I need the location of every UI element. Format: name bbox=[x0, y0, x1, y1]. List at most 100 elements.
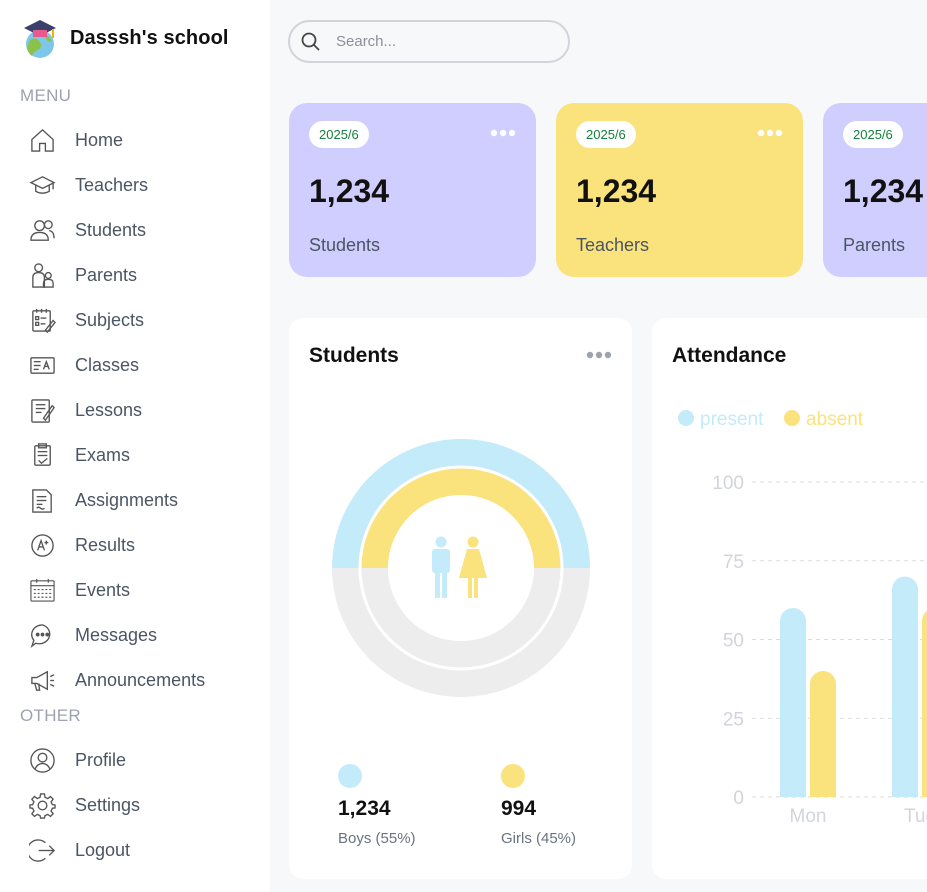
other-menu: Profile Settings Logout bbox=[28, 738, 258, 873]
other-section-title: OTHER bbox=[20, 706, 81, 725]
sidebar-item-label: Settings bbox=[75, 795, 141, 815]
more-options-icon[interactable] bbox=[586, 348, 612, 362]
boys-count: 1,234 bbox=[338, 797, 391, 820]
sidebar-item-label: Messages bbox=[75, 625, 158, 645]
search-icon bbox=[301, 32, 320, 51]
subjects-icon bbox=[28, 307, 56, 335]
sidebar-item-label: Events bbox=[75, 580, 131, 600]
sidebar-item-messages[interactable]: Messages bbox=[28, 613, 258, 658]
y-tick-label: 25 bbox=[723, 709, 744, 730]
sidebar-item-label: Lessons bbox=[75, 400, 143, 420]
megaphone-icon bbox=[28, 667, 56, 695]
sidebar-item-events[interactable]: Events bbox=[28, 568, 258, 613]
message-icon bbox=[28, 622, 56, 650]
search-input[interactable] bbox=[336, 33, 536, 50]
sidebar-item-label: Classes bbox=[75, 355, 140, 375]
search-bar[interactable] bbox=[288, 20, 570, 63]
exams-icon bbox=[28, 442, 56, 470]
girls-legend-dot bbox=[501, 764, 525, 788]
bar-absent-Mon bbox=[810, 671, 836, 797]
profile-icon bbox=[28, 747, 56, 775]
boys-legend-dot bbox=[338, 764, 362, 788]
date-badge: 2025/6 bbox=[843, 121, 903, 148]
logout-icon bbox=[28, 837, 56, 865]
sidebar-item-home[interactable]: Home bbox=[28, 118, 258, 163]
gear-icon bbox=[28, 792, 56, 820]
brand-name: Dasssh's school bbox=[70, 26, 229, 49]
sidebar-item-label: Home bbox=[75, 130, 124, 150]
sidebar-item-subjects[interactable]: Subjects bbox=[28, 298, 258, 343]
more-options-icon[interactable] bbox=[490, 126, 516, 140]
date-badge: 2025/6 bbox=[576, 121, 636, 148]
sidebar-item-students[interactable]: Students bbox=[28, 208, 258, 253]
assignments-icon bbox=[28, 487, 56, 515]
sidebar-item-parents[interactable]: Parents bbox=[28, 253, 258, 298]
sidebar-item-logout[interactable]: Logout bbox=[28, 828, 258, 873]
sidebar-item-label: Exams bbox=[75, 445, 131, 465]
stat-label: Teachers bbox=[576, 235, 650, 255]
brand[interactable]: Dasssh's school bbox=[20, 16, 229, 60]
sidebar-item-classes[interactable]: Classes bbox=[28, 343, 258, 388]
legend-dot-present bbox=[678, 410, 694, 426]
stat-label: Parents bbox=[843, 235, 906, 255]
boy-girl-icon bbox=[432, 536, 487, 598]
sidebar-item-label: Teachers bbox=[75, 175, 149, 195]
panel-title: Attendance bbox=[672, 344, 787, 367]
results-icon bbox=[28, 532, 56, 560]
date-badge: 2025/6 bbox=[309, 121, 369, 148]
y-tick-label: 100 bbox=[712, 473, 744, 494]
main-menu: Home Teachers Students Parents Subjects bbox=[28, 118, 258, 703]
bar-present-Mon bbox=[780, 608, 806, 797]
bar-absent-Tue bbox=[922, 610, 927, 795]
parents-icon bbox=[28, 262, 56, 290]
sidebar-item-label: Parents bbox=[75, 265, 138, 285]
stat-card-teachers: 2025/6 1,234 Teachers bbox=[556, 103, 803, 277]
sidebar-item-lessons[interactable]: Lessons bbox=[28, 388, 258, 433]
x-tick-label: Tue bbox=[904, 806, 927, 827]
sidebar-item-label: Results bbox=[75, 535, 136, 555]
y-tick-label: 75 bbox=[723, 552, 744, 573]
girls-label: Girls (45%) bbox=[501, 830, 577, 847]
stat-label: Students bbox=[309, 235, 381, 255]
home-icon bbox=[28, 127, 56, 155]
graduation-cap-icon bbox=[28, 172, 56, 200]
girls-count: 994 bbox=[501, 797, 537, 820]
classes-icon bbox=[28, 352, 56, 380]
sidebar-item-label: Subjects bbox=[75, 310, 145, 330]
sidebar-item-teachers[interactable]: Teachers bbox=[28, 163, 258, 208]
bar-base-present-Tue bbox=[892, 783, 918, 797]
stat-value: 1,234 bbox=[843, 173, 924, 209]
more-options-icon[interactable] bbox=[757, 126, 783, 140]
sidebar-item-announcements[interactable]: Announcements bbox=[28, 658, 258, 703]
sidebar-item-exams[interactable]: Exams bbox=[28, 433, 258, 478]
sidebar: Dasssh's school MENU Home Teachers Stude… bbox=[0, 0, 270, 892]
students-panel: Students 1,234 Boys (55%) 994 Girls (45%… bbox=[289, 318, 632, 879]
sidebar-item-label: Logout bbox=[75, 840, 131, 860]
bar-present-Tue bbox=[892, 576, 918, 797]
users-icon bbox=[28, 217, 56, 245]
stat-card-parents: 2025/6 1,234 Parents bbox=[823, 103, 927, 277]
legend-label-absent: absent bbox=[806, 409, 864, 430]
sidebar-item-label: Assignments bbox=[75, 490, 179, 510]
bar-base-absent-Tue bbox=[922, 783, 927, 797]
attendance-bar-chart: present absent 0 25 50 75 100 Mon Tue bbox=[678, 409, 927, 827]
y-tick-label: 50 bbox=[723, 631, 744, 652]
bar-base-absent-Mon bbox=[810, 783, 836, 797]
sidebar-item-label: Students bbox=[75, 220, 147, 240]
sidebar-item-settings[interactable]: Settings bbox=[28, 783, 258, 828]
sidebar-item-profile[interactable]: Profile bbox=[28, 738, 258, 783]
menu-section-title: MENU bbox=[20, 86, 72, 105]
legend-dot-absent bbox=[784, 410, 800, 426]
panel-title: Students bbox=[309, 344, 399, 367]
stat-card-students: 2025/6 1,234 Students bbox=[289, 103, 536, 277]
sidebar-item-label: Announcements bbox=[75, 670, 206, 690]
school-logo-icon bbox=[24, 20, 56, 58]
attendance-panel: Attendance present absent 0 25 50 75 100 Mon Tue bbox=[652, 318, 927, 879]
boys-label: Boys (55%) bbox=[338, 830, 416, 847]
sidebar-item-label: Profile bbox=[75, 750, 127, 770]
sidebar-item-results[interactable]: Results bbox=[28, 523, 258, 568]
bar-base-present-Mon bbox=[780, 783, 806, 797]
legend-label-present: present bbox=[700, 409, 764, 430]
sidebar-item-assignments[interactable]: Assignments bbox=[28, 478, 258, 523]
calendar-icon bbox=[28, 577, 56, 605]
